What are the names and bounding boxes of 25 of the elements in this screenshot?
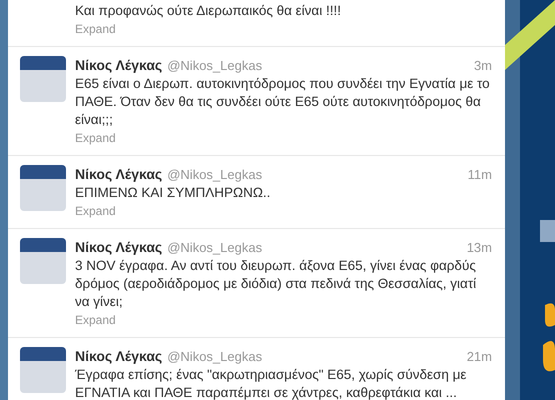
tweet-time[interactable]: 3m [474,57,492,75]
tweet-text: Έγραφα επίσης; ένας "ακρωτηριασμένος" Ε65, χωρίς σύνδεση με ΕΓΝΑΤΙΑ και ΠΑΘΕ παραπέμπει σε χάντρες, καθρεφτάκια και ... [75,366,468,400]
user-handle: @Nikos_Legkas [167,166,262,184]
user-name[interactable]: Νίκος Λέγκας [75,347,162,365]
tweet-text: Και προφανώς ούτε Διερωπαικός θα είναι !!!! [75,2,342,20]
tweet-text: ΕΠΙΜΕΝΩ ΚΑΙ ΣΥΜΠΛΗΡΩΝΩ.. [75,184,272,202]
tweet-time[interactable]: 13m [466,239,492,257]
expand-link[interactable]: Expand [75,20,116,38]
expand-link[interactable]: Expand [75,202,116,220]
expand-link[interactable]: Expand [75,129,116,147]
user-name[interactable]: Νίκος Λέγκας [75,56,162,74]
avatar-photo-placeholder[interactable] [20,238,66,284]
tweet-time[interactable]: 21m [466,348,492,366]
user-handle: @Nikos_Legkas [167,348,262,366]
tweet-time[interactable]: 11m [468,166,492,184]
user-name[interactable]: Νίκος Λέγκας [75,165,162,183]
avatar-photo-placeholder[interactable] [20,165,66,211]
avatar-photo-placeholder[interactable] [20,56,66,102]
user-handle: @Nikos_Legkas [167,57,262,75]
user-name[interactable]: Νίκος Λέγκας [75,238,162,256]
tweet-text: 3 NOV έγραφα. Αν αντί του διευρωπ. άξονα Ε65, γίνει ένας φαρδύς δρόμος (αεροδιάδρομος με διόδια) στα πεδινά της Θεσσαλίας, γιατί να γίνει; [75,257,478,311]
expand-link[interactable]: Expand [75,311,116,329]
user-handle: @Nikos_Legkas [167,239,262,257]
tweet-text: Ε65 είναι ο Διερωπ. αυτοκινητόδρομος που συνδέει την Εγνατία με το ΠΑΘΕ. Όταν δεν θα τις συνδέει ούτε Ε65 ούτε αυτοκινητόδρομος θα είναι;;; [75,75,491,129]
avatar-photo-placeholder[interactable] [20,347,66,393]
